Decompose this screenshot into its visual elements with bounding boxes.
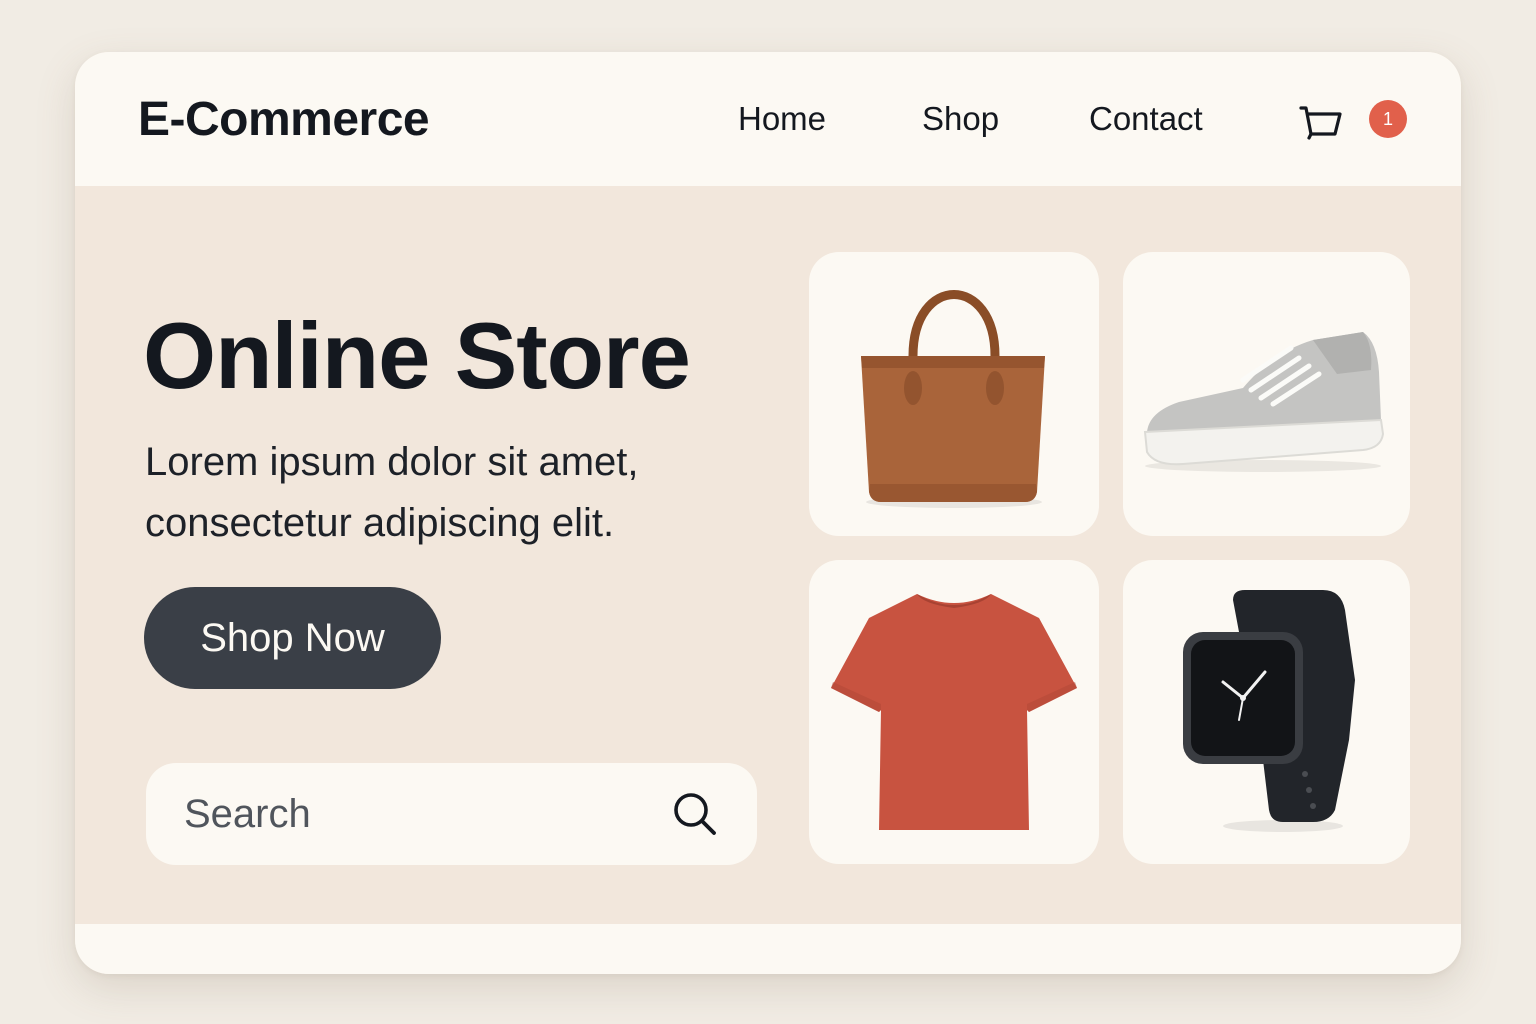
nav-shop[interactable]: Shop	[922, 100, 999, 138]
header: E-Commerce Home Shop Contact 1	[75, 52, 1461, 186]
nav-contact[interactable]: Contact	[1089, 100, 1203, 138]
search-input[interactable]	[184, 785, 644, 843]
hero-title: Online Store	[143, 303, 691, 408]
product-tile-sneaker[interactable]	[1123, 252, 1410, 536]
search-box	[146, 763, 757, 865]
product-tile-smartwatch[interactable]	[1123, 560, 1410, 864]
hero-subtitle-line-2: consectetur adipiscing elit.	[145, 501, 615, 545]
handbag-icon	[861, 290, 1045, 508]
hero-subtitle-line-1: Lorem ipsum dolor sit amet,	[145, 440, 639, 484]
smartwatch-icon	[1183, 590, 1355, 832]
product-tile-handbag[interactable]	[809, 252, 1099, 536]
shop-now-button[interactable]: Shop Now	[144, 587, 441, 689]
store-window: E-Commerce Home Shop Contact 1 Online St…	[75, 52, 1461, 974]
logo[interactable]: E-Commerce	[138, 92, 430, 147]
tshirt-icon	[831, 594, 1077, 830]
search-icon[interactable]	[670, 789, 720, 839]
sneaker-icon	[1143, 332, 1385, 472]
cart-icon[interactable]	[1297, 98, 1345, 146]
nav-home[interactable]: Home	[738, 100, 826, 138]
product-tile-tshirt[interactable]	[809, 560, 1099, 864]
cart-count-badge: 1	[1369, 100, 1407, 138]
hero-subtitle: Lorem ipsum dolor sit amet, consectetur …	[145, 432, 765, 554]
footer-strip	[75, 924, 1461, 974]
